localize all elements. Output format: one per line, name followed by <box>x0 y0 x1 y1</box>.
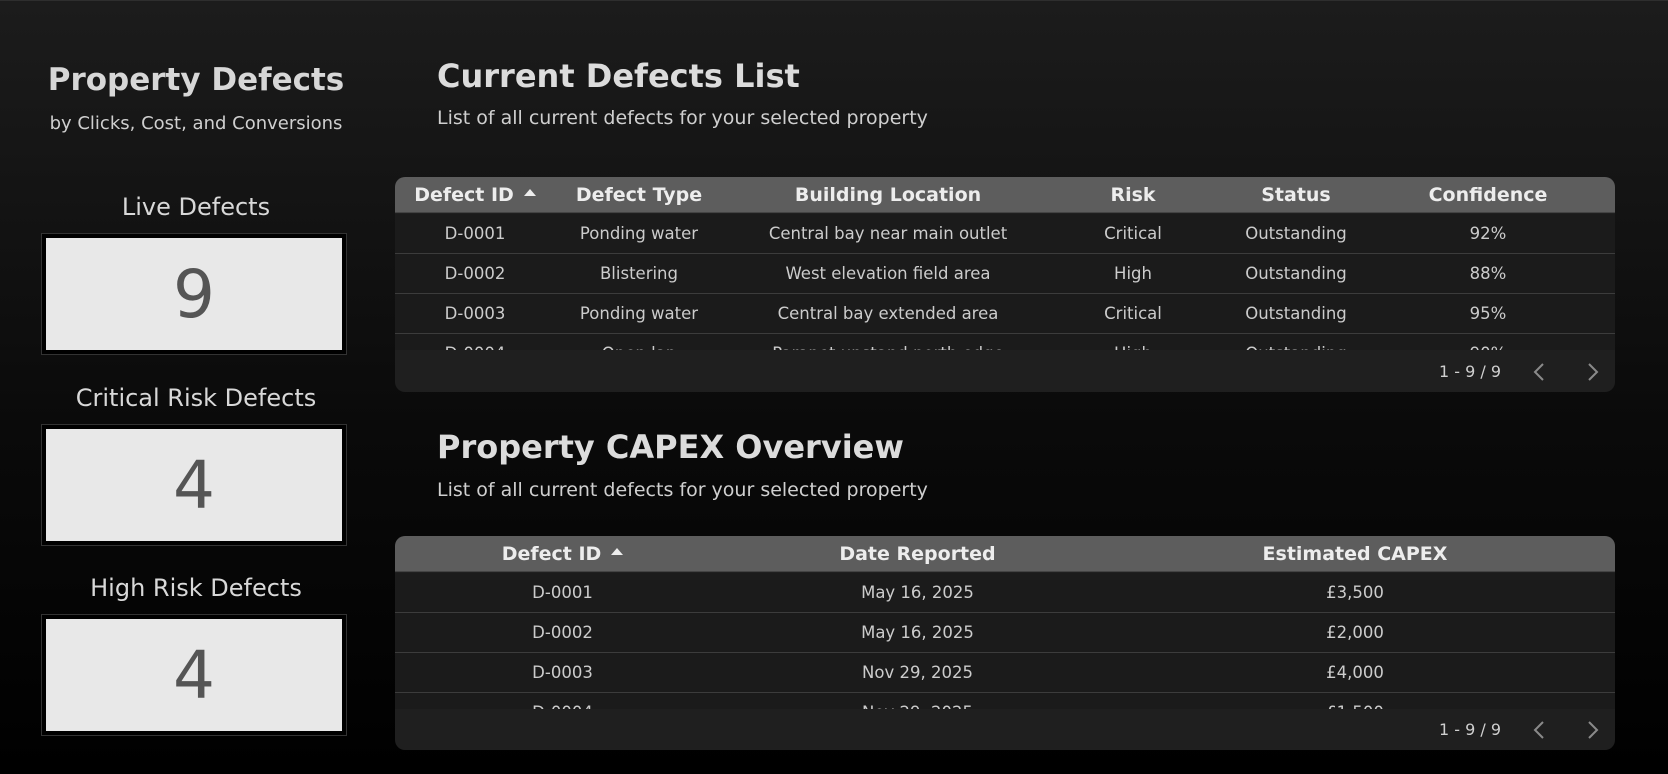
cell-defect-id: D-0001 <box>532 583 593 602</box>
cell-estimated-capex: £2,000 <box>1326 623 1384 642</box>
chevron-right-icon <box>1588 721 1599 739</box>
kpi-label-high: High Risk Defects <box>90 574 302 602</box>
column-header-defect-type[interactable]: Defect Type <box>555 177 723 213</box>
page-subtitle: by Clicks, Cost, and Conversions <box>49 113 343 134</box>
cell-date-reported: Nov 29, 2025 <box>862 663 973 682</box>
sort-ascending-icon <box>523 189 536 196</box>
column-header-estimated-capex[interactable]: Estimated CAPEX <box>1105 536 1605 572</box>
cell-building-location: Central bay extended area <box>777 304 999 323</box>
cell-defect-id: D-0003 <box>532 663 593 682</box>
cell-defect-type: Open lap <box>555 334 723 350</box>
cell-building-location: Parapet upstand north edge <box>723 334 1053 350</box>
capex-table-body: D-0001 May 16, 2025 £3,500 D-0002 May 16… <box>395 573 1615 709</box>
table-row[interactable]: D-0001 Ponding water Central bay near ma… <box>395 214 1615 254</box>
cell-estimated-capex: £3,500 <box>1326 583 1384 602</box>
kpi-card-critical: 4 <box>42 425 346 545</box>
cell-date-reported: Nov 29, 2025 <box>730 693 1105 709</box>
capex-table: Defect ID Date Reported Estimated CAPEX … <box>395 536 1615 750</box>
cell-defect-id: D-0001 <box>444 224 506 243</box>
kpi-value-live: 9 <box>173 255 215 333</box>
chevron-left-icon <box>1533 721 1544 739</box>
cell-building-location: West elevation field area <box>785 264 991 283</box>
cell-defect-id: D-0002 <box>444 264 506 283</box>
table-row[interactable]: D-0003 Nov 29, 2025 £4,000 <box>395 653 1615 693</box>
cell-confidence: 95% <box>1469 304 1507 323</box>
next-page-button[interactable] <box>1583 362 1603 382</box>
capex-section-title: Property CAPEX Overview <box>437 428 904 466</box>
cell-defect-id: D-0004 <box>395 334 555 350</box>
kpi-label-live: Live Defects <box>121 193 271 221</box>
defects-section-description: List of all current defects for your sel… <box>437 107 928 129</box>
cell-defect-type: Blistering <box>599 264 678 283</box>
column-header-defect-id[interactable]: Defect ID <box>395 536 730 572</box>
kpi-value-critical: 4 <box>173 446 215 524</box>
cell-status: Outstanding <box>1245 224 1347 243</box>
cell-building-location: Central bay near main outlet <box>768 224 1008 243</box>
kpi-card-live: 9 <box>42 234 346 354</box>
table-row[interactable]: D-0001 May 16, 2025 £3,500 <box>395 573 1615 613</box>
cell-confidence: 88% <box>1469 264 1507 283</box>
defects-pagination: 1 - 9 / 9 <box>1355 352 1615 392</box>
table-row[interactable]: D-0002 May 16, 2025 £2,000 <box>395 613 1615 653</box>
cell-status: Outstanding <box>1213 334 1379 350</box>
kpi-card-high: 4 <box>42 615 346 735</box>
cell-defect-type: Ponding water <box>579 304 699 323</box>
column-header-defect-id[interactable]: Defect ID <box>395 177 555 213</box>
cell-risk: High <box>1053 334 1213 350</box>
column-header-building-location[interactable]: Building Location <box>723 177 1053 213</box>
pagination-status: 1 - 9 / 9 <box>1438 362 1501 381</box>
column-header-confidence[interactable]: Confidence <box>1379 177 1597 213</box>
cell-defect-id: D-0003 <box>444 304 506 323</box>
cell-defect-id: D-0002 <box>532 623 593 642</box>
cell-defect-type: Ponding water <box>579 224 699 243</box>
capex-pagination: 1 - 9 / 9 <box>1355 710 1615 750</box>
kpi-value-high: 4 <box>173 636 215 714</box>
cell-date-reported: May 16, 2025 <box>861 583 974 602</box>
cell-defect-id: D-0004 <box>395 693 730 709</box>
table-row[interactable]: D-0002 Blistering West elevation field a… <box>395 254 1615 294</box>
defects-table: Defect ID Defect Type Building Location … <box>395 177 1615 392</box>
defects-table-body: D-0001 Ponding water Central bay near ma… <box>395 214 1615 350</box>
table-row[interactable]: D-0004 Open lap Parapet upstand north ed… <box>395 334 1615 350</box>
column-header-risk[interactable]: Risk <box>1053 177 1213 213</box>
cell-risk: High <box>1114 264 1152 283</box>
capex-section-description: List of all current defects for your sel… <box>437 479 928 501</box>
defects-section-title: Current Defects List <box>437 57 800 95</box>
pagination-status: 1 - 9 / 9 <box>1438 720 1501 739</box>
capex-table-header: Defect ID Date Reported Estimated CAPEX <box>395 536 1615 572</box>
cell-status: Outstanding <box>1245 264 1347 283</box>
cell-date-reported: May 16, 2025 <box>861 623 974 642</box>
sort-ascending-icon <box>611 548 624 555</box>
next-page-button[interactable] <box>1583 720 1603 740</box>
cell-risk: Critical <box>1104 224 1162 243</box>
prev-page-button[interactable] <box>1529 362 1549 382</box>
table-row[interactable]: D-0004 Nov 29, 2025 £1,500 <box>395 693 1615 709</box>
cell-status: Outstanding <box>1245 304 1347 323</box>
kpi-label-critical: Critical Risk Defects <box>75 384 317 412</box>
cell-confidence: 90% <box>1379 334 1597 350</box>
cell-risk: Critical <box>1104 304 1162 323</box>
cell-confidence: 92% <box>1469 224 1507 243</box>
chevron-left-icon <box>1533 363 1544 381</box>
column-header-date-reported[interactable]: Date Reported <box>730 536 1105 572</box>
defects-table-header: Defect ID Defect Type Building Location … <box>395 177 1615 213</box>
page-title: Property Defects <box>47 62 345 98</box>
column-header-status[interactable]: Status <box>1213 177 1379 213</box>
top-divider <box>0 0 1668 1</box>
cell-estimated-capex: £1,500 <box>1105 693 1605 709</box>
cell-estimated-capex: £4,000 <box>1326 663 1384 682</box>
chevron-right-icon <box>1588 363 1599 381</box>
prev-page-button[interactable] <box>1529 720 1549 740</box>
table-row[interactable]: D-0003 Ponding water Central bay extende… <box>395 294 1615 334</box>
